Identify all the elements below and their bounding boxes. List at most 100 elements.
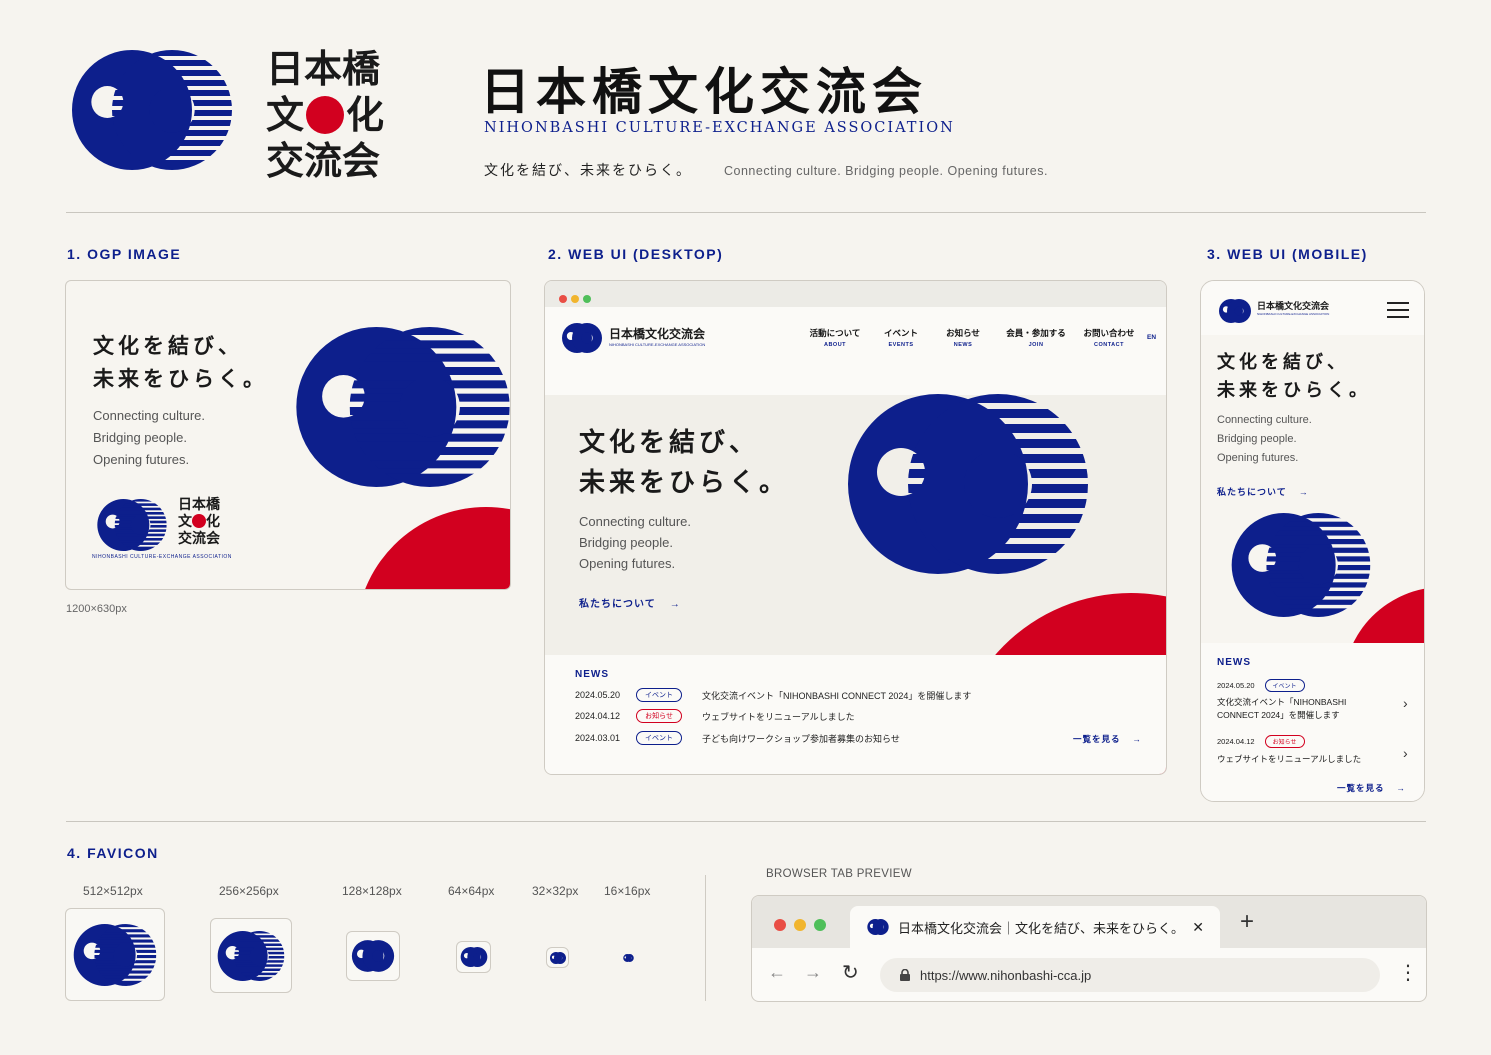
mobile-hero-line1: 文化を結び、 xyxy=(1217,352,1349,373)
section-title-favicon: 4. FAVICON xyxy=(67,845,159,861)
news-more-label: 一覧を見る xyxy=(1073,734,1121,744)
tab-close-icon[interactable]: ✕ xyxy=(1192,919,1204,936)
desktop-about-link-label: 私たちについて xyxy=(579,599,656,610)
ogp-logo-mark xyxy=(92,499,172,551)
desktop-logo-en: NIHONBASHI CULTURE-EXCHANGE ASSOCIATION xyxy=(609,342,706,347)
favicon-logo-icon xyxy=(549,952,567,964)
browser-preview-label: BROWSER TAB PREVIEW xyxy=(766,868,912,880)
nav-news-en: NEWS xyxy=(953,342,973,348)
ogp-logo-en: NIHONBASHI CULTURE-EXCHANGE ASSOCIATION xyxy=(92,554,232,560)
ogp-headline-line1: 文化を結び、 xyxy=(93,333,243,358)
news-date: 2024.03.01 xyxy=(575,733,621,743)
desktop-hero-english: Connecting culture. Bridging people. Ope… xyxy=(579,511,691,574)
ogp-image-card: 文化を結び、 未来をひらく。 Connecting culture. Bridg… xyxy=(65,280,511,590)
logo-line-1: 日本橋 xyxy=(266,46,381,91)
browser-window: 日本橋文化交流会｜文化を結び、未来をひらく。 ✕ + ← → ↻ https:/… xyxy=(751,895,1427,1002)
tagline-en: Connecting culture. Bridging people. Ope… xyxy=(724,164,1048,178)
news-tag-event: イベント xyxy=(636,688,683,702)
news-row[interactable]: 2024.03.01 イベント 子ども向けワークショップ参加者募集のお知らせ xyxy=(575,731,900,745)
desktop-hero-headline: 文化を結び、 未来をひらく。 xyxy=(579,423,789,503)
chevron-right-icon[interactable]: › xyxy=(1403,695,1408,711)
mobile-hero-en1: Connecting culture. xyxy=(1217,414,1312,426)
nav-join-jp: 会員・参加する xyxy=(1006,328,1066,338)
back-icon[interactable]: ← xyxy=(768,962,786,983)
news-row[interactable]: 2024.04.12 お知らせ ウェブサイトをリニューアルしました xyxy=(575,709,855,723)
mobile-about-link[interactable]: 私たちについて → xyxy=(1217,485,1309,498)
desktop-logo-text[interactable]: 日本橋文化交流会 xyxy=(609,325,705,342)
maximize-dot[interactable] xyxy=(814,919,826,931)
divider-top xyxy=(66,212,1426,213)
forward-icon[interactable]: → xyxy=(804,962,822,983)
ogp-en-line3: Opening futures. xyxy=(93,452,190,467)
mobile-logo-en: NIHONBASHI CULTURE-EXCHANGE ASSOCIATION xyxy=(1257,312,1330,316)
close-dot[interactable] xyxy=(559,295,567,303)
desktop-hero-en3: Opening futures. xyxy=(579,556,676,571)
mobile-news-item-2[interactable]: ウェブサイトをリニューアルしました xyxy=(1217,753,1361,765)
nav-events-jp: イベント xyxy=(883,328,918,338)
window-controls xyxy=(559,290,595,308)
favicon-size-32: 32×32px xyxy=(532,884,579,898)
close-dot[interactable] xyxy=(774,919,786,931)
new-tab-icon[interactable]: + xyxy=(1240,908,1254,936)
desktop-logo-mark[interactable] xyxy=(560,323,604,353)
news-row[interactable]: 2024.05.20 イベント 文化交流イベント「NIHONBASHI CONNEC… xyxy=(575,688,971,702)
browser-tab-active[interactable]: 日本橋文化交流会｜文化を結び、未来をひらく。 ✕ xyxy=(850,906,1220,948)
nav-contact[interactable]: お問い合わせ CONTACT xyxy=(1079,327,1139,348)
arrow-right-icon: → xyxy=(1298,487,1309,497)
nav-news-jp: お知らせ xyxy=(946,328,980,338)
lang-switch-en[interactable]: EN xyxy=(1147,334,1156,341)
brand-logo-mark xyxy=(62,50,242,170)
address-bar[interactable]: https://www.nihonbashi-cca.jp xyxy=(880,958,1380,992)
ogp-logo-type: 日本橋 文化 交流会 xyxy=(178,497,220,548)
ogp-en-line2: Bridging people. xyxy=(93,430,187,445)
desktop-hero-en2: Bridging people. xyxy=(579,535,673,550)
chevron-right-icon[interactable]: › xyxy=(1403,745,1408,761)
mobile-ui-card: 日本橋文化交流会 NIHONBASHI CULTURE-EXCHANGE ASS… xyxy=(1200,280,1425,802)
nav-about-jp: 活動について xyxy=(809,328,861,338)
reload-icon[interactable]: ↻ xyxy=(842,960,859,985)
ogp-logo-red-circle xyxy=(192,514,206,528)
mobile-news-item-1[interactable]: 文化交流イベント「NIHONBASHI CONNECT 2024」を開催します xyxy=(1217,696,1346,722)
favicon-size-128: 128×128px xyxy=(342,884,402,898)
news-date: 2024.05.20 xyxy=(575,690,621,700)
desktop-ui-card: 日本橋文化交流会 NIHONBASHI CULTURE-EXCHANGE ASS… xyxy=(544,280,1167,775)
mobile-about-link-label: 私たちについて xyxy=(1217,487,1287,497)
nav-join[interactable]: 会員・参加する JOIN xyxy=(1001,327,1071,348)
minimize-dot[interactable] xyxy=(794,919,806,931)
ogp-hero-mark xyxy=(288,327,511,487)
nav-news[interactable]: お知らせ NEWS xyxy=(937,327,989,348)
desktop-news-title: NEWS xyxy=(575,669,609,680)
ogp-logo-bun: 文 xyxy=(178,514,192,530)
news-date: 2024.04.12 xyxy=(575,711,621,721)
minimize-dot[interactable] xyxy=(571,295,579,303)
favicon-logo-icon xyxy=(351,940,395,972)
browser-tab-bar: 日本橋文化交流会｜文化を結び、未来をひらく。 ✕ + xyxy=(752,896,1426,948)
news-text: ウェブサイトをリニューアルしました xyxy=(702,711,855,722)
desktop-hero-en1: Connecting culture. xyxy=(579,514,692,529)
mobile-news-more-link[interactable]: 一覧を見る → xyxy=(1337,782,1406,794)
mobile-logo-mark[interactable] xyxy=(1216,299,1254,323)
news-text-line1: 文化交流イベント「NIHONBASHI xyxy=(1217,697,1347,707)
nav-about[interactable]: 活動について ABOUT xyxy=(803,327,867,348)
logo-line-3: 交流会 xyxy=(266,138,381,183)
mobile-hero-en3: Opening futures. xyxy=(1217,452,1299,464)
mobile-news-title: NEWS xyxy=(1217,657,1251,668)
brand-logo-type: 日本橋 文化 交流会 xyxy=(266,46,384,184)
mobile-hero-english: Connecting culture. Bridging people. Ope… xyxy=(1217,411,1312,468)
desktop-news-more-link[interactable]: 一覧を見る → xyxy=(1073,733,1142,745)
favicon-logo-icon xyxy=(460,947,488,967)
nav-contact-en: CONTACT xyxy=(1094,342,1124,348)
ogp-logo-line3: 交流会 xyxy=(178,531,220,547)
desktop-window-chrome xyxy=(545,281,1166,307)
nav-events[interactable]: イベント EVENTS xyxy=(875,327,927,348)
browser-menu-icon[interactable]: ⋮ xyxy=(1398,960,1418,985)
mobile-news-meta-2: 2024.04.12 お知らせ xyxy=(1217,735,1305,748)
maximize-dot[interactable] xyxy=(583,295,591,303)
hamburger-menu-icon[interactable] xyxy=(1387,302,1409,318)
mobile-logo-text[interactable]: 日本橋文化交流会 xyxy=(1257,299,1329,312)
desktop-about-link[interactable]: 私たちについて → xyxy=(579,595,681,610)
mobile-hero-mark xyxy=(1215,513,1387,617)
lock-icon xyxy=(900,969,910,981)
tagline-jp: 文化を結び、未来をひらく。 xyxy=(484,163,692,179)
favicon-logo-icon xyxy=(216,931,286,981)
